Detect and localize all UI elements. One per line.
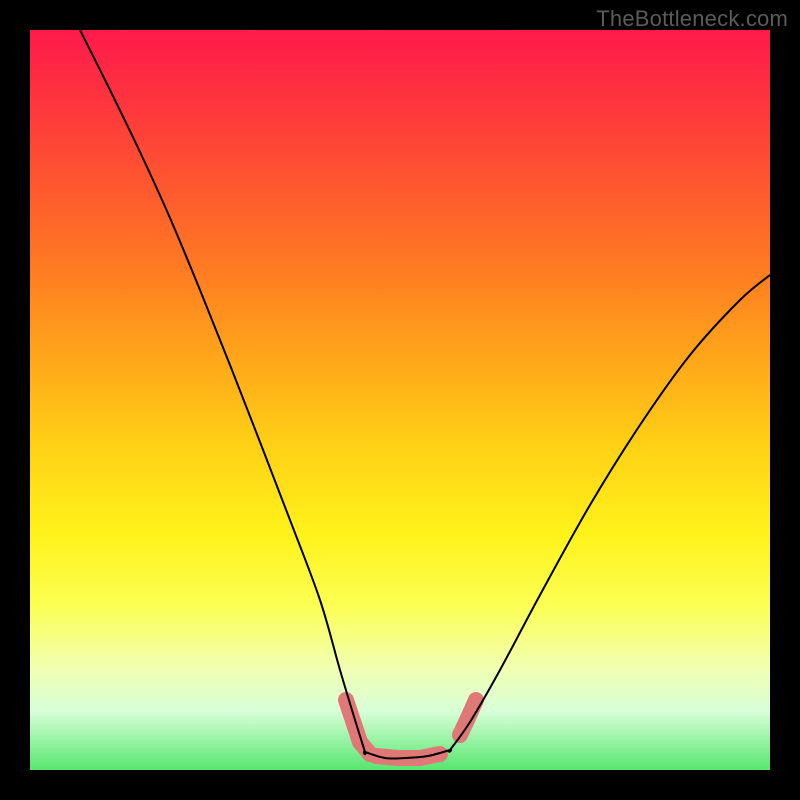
bottleneck-curve	[80, 30, 770, 759]
curve-layer	[80, 30, 770, 759]
marker-layer	[346, 700, 476, 758]
chart-svg	[30, 30, 770, 770]
watermark-text: TheBottleneck.com	[596, 6, 788, 32]
chart-frame: TheBottleneck.com	[0, 0, 800, 800]
